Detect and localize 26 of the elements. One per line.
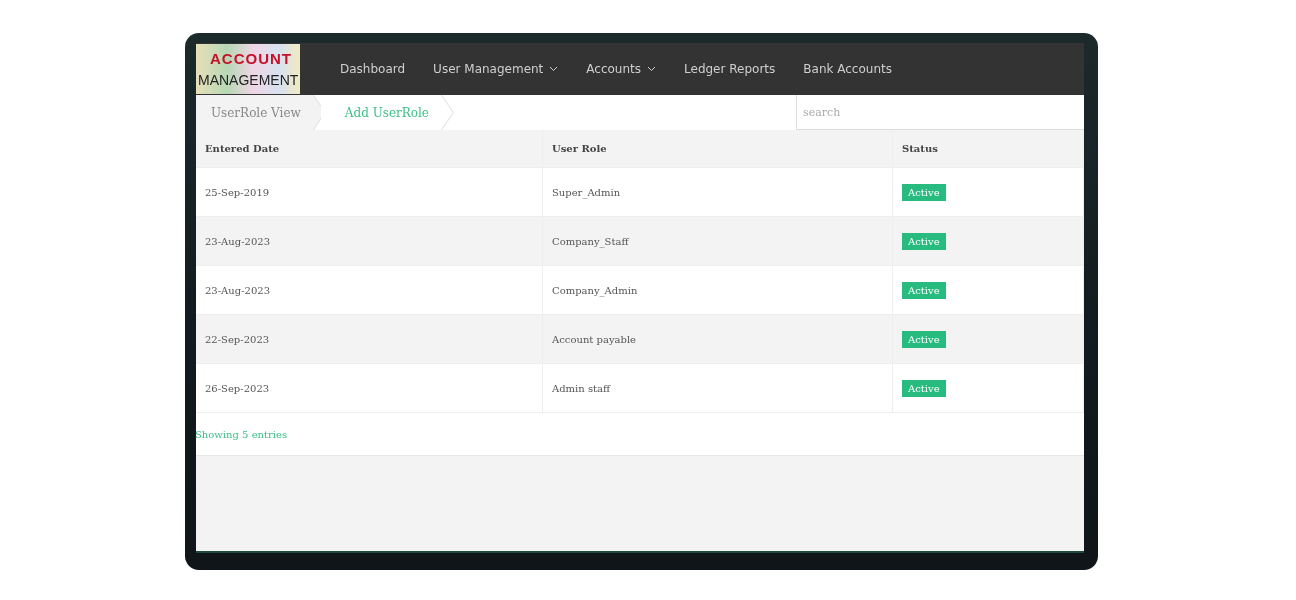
status-badge: Active <box>902 281 946 299</box>
status-badge: Active <box>902 232 946 250</box>
search-field[interactable]: search <box>796 95 1084 130</box>
status-badge: Active <box>902 330 946 348</box>
chevron-down-icon <box>647 66 657 72</box>
table-cell: 25-Sep-2019 <box>196 167 543 216</box>
table-cell: 23-Aug-2023 <box>196 265 543 314</box>
nav-link[interactable]: Accounts <box>572 62 671 76</box>
table-cell: 23-Aug-2023 <box>196 216 543 265</box>
logo-text: ACCOUNT <box>210 50 292 67</box>
table-cell: Super_Admin <box>543 167 893 216</box>
table-cell: Company_Staff <box>543 216 893 265</box>
table-cell: 22-Sep-2023 <box>196 314 543 363</box>
status-badge: Active <box>902 379 946 397</box>
table-cell: 26-Sep-2023 <box>196 363 543 412</box>
entries-count: Showing 5 entries <box>195 428 288 440</box>
status-badge: Active <box>902 183 946 201</box>
nav-link[interactable]: User Management <box>419 62 573 76</box>
table-cell: Admin staff <box>543 363 893 412</box>
nav-link[interactable]: Dashboard <box>326 62 420 76</box>
table-cell: Company_Admin <box>543 265 893 314</box>
chevron-down-icon <box>549 66 559 72</box>
nav-link[interactable]: Ledger Reports <box>670 62 790 76</box>
nav-link[interactable]: Bank Accounts <box>789 62 906 76</box>
table-cell: Account payable <box>543 314 893 363</box>
logo-text: MANAGEMENT <box>198 72 299 88</box>
